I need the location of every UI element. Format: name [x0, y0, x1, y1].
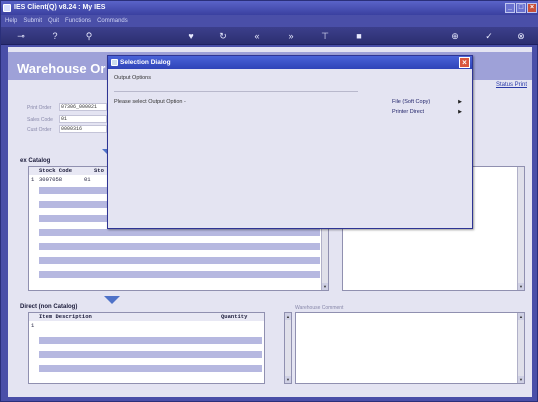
menu-submit[interactable]: Submit — [23, 15, 42, 27]
scroll-up-arrow[interactable]: ▲ — [285, 313, 291, 320]
option-label: Printer Direct — [392, 109, 425, 115]
help-icon[interactable]: ? — [49, 30, 61, 42]
dialog-title: Selection Dialog — [120, 59, 171, 66]
warehouse-comment-field[interactable]: ▲ ▼ — [295, 312, 525, 384]
table-row[interactable] — [39, 365, 262, 372]
title-bar: IES Client(Q) v8.24 : My IES _ □ × — [1, 1, 538, 15]
row-number: 1 — [31, 176, 35, 183]
non-catalog-heading: Direct (non Catalog) — [20, 304, 78, 310]
menu-functions[interactable]: Functions — [65, 15, 91, 27]
add-icon[interactable]: ⊕ — [449, 30, 461, 42]
table-row[interactable] — [39, 243, 320, 250]
row-number: 1 — [31, 322, 35, 329]
table-row[interactable] — [39, 257, 320, 264]
app-icon — [3, 4, 11, 12]
chevron-right-icon: ▶ — [458, 109, 462, 115]
cancel-icon[interactable]: ⊗ — [515, 30, 527, 42]
search-icon[interactable]: ⚲ — [83, 30, 95, 42]
stop-icon[interactable]: ■ — [353, 30, 365, 42]
table-row[interactable]: 3007058 01 — [39, 176, 91, 183]
print-order-field[interactable]: 07306_000021 — [59, 103, 107, 111]
col-item-description[interactable]: Item Description — [39, 313, 92, 321]
scroll-down-arrow[interactable]: ▼ — [285, 376, 291, 383]
key-icon[interactable]: ⊸ — [13, 30, 29, 42]
maximize-button[interactable]: □ — [516, 3, 526, 13]
window-title: IES Client(Q) v8.24 : My IES — [14, 4, 106, 11]
store-cell[interactable]: 01 — [84, 176, 91, 183]
non-catalog-scrollbar[interactable]: ▲ ▼ — [284, 312, 292, 384]
toolbar: ⊸ ? ⚲ ♥ ↻ « » ⊤ ■ ⊕ ✓ ⊗ — [1, 27, 538, 45]
menu-commands[interactable]: Commands — [97, 15, 128, 27]
divider — [114, 91, 358, 92]
dialog-title-bar: Selection Dialog × — [108, 56, 472, 69]
table-row[interactable] — [39, 351, 262, 358]
rewind-icon[interactable]: « — [251, 30, 263, 42]
col-stock-code[interactable]: Stock Code — [39, 167, 72, 175]
stock-code-cell[interactable]: 3007058 — [39, 176, 62, 183]
col-store[interactable]: Sto — [94, 167, 104, 175]
comment-scrollbar[interactable]: ▲ ▼ — [517, 313, 524, 383]
col-quantity[interactable]: Quantity — [221, 313, 247, 321]
expand-arrow-icon[interactable] — [104, 296, 120, 304]
refresh-icon[interactable]: ↻ — [217, 30, 229, 42]
sales-code-label: Sales Code — [27, 117, 53, 123]
status-print-link[interactable]: Status Print — [496, 82, 527, 88]
close-window-button[interactable]: × — [527, 3, 537, 13]
table-row[interactable] — [39, 271, 320, 278]
output-options-label: Output Options — [114, 75, 151, 81]
table-row[interactable] — [39, 337, 262, 344]
side-panel-scrollbar[interactable]: ▼ — [517, 167, 524, 290]
minimize-button[interactable]: _ — [505, 3, 515, 13]
scroll-down-arrow[interactable]: ▼ — [518, 376, 524, 383]
scroll-up-arrow[interactable]: ▲ — [518, 313, 524, 320]
table-row[interactable] — [39, 229, 320, 236]
cust-order-label: Cust Order — [27, 127, 52, 133]
catalog-heading: ex Catalog — [20, 158, 51, 164]
dialog-close-button[interactable]: × — [459, 57, 470, 68]
dialog-icon — [111, 59, 118, 66]
chevron-right-icon: ▶ — [458, 99, 462, 105]
scroll-down-arrow[interactable]: ▼ — [518, 283, 524, 290]
selection-dialog: Selection Dialog × Output Options Please… — [107, 55, 473, 229]
option-printer-direct[interactable]: Printer Direct ▶ — [392, 109, 462, 115]
confirm-icon[interactable]: ✓ — [483, 30, 495, 42]
scroll-down-arrow[interactable]: ▼ — [322, 283, 328, 290]
menu-bar: Help Submit Quit Functions Commands — [1, 15, 538, 27]
print-order-label: Print Order — [27, 105, 52, 111]
non-catalog-grid-header: Item Description Quantity — [29, 313, 264, 321]
option-label: File (Soft Copy) — [392, 99, 431, 105]
bookmark-icon[interactable]: ⊤ — [319, 30, 331, 42]
sales-code-field[interactable]: 01 — [59, 115, 107, 123]
favorite-icon[interactable]: ♥ — [185, 30, 197, 42]
menu-quit[interactable]: Quit — [48, 15, 59, 27]
warehouse-comment-label: Warehouse Comment — [295, 305, 344, 311]
non-catalog-grid: Item Description Quantity 1 — [28, 312, 265, 384]
dialog-body: Output Options Please select Output Opti… — [108, 69, 472, 228]
page-title: Warehouse Or — [17, 61, 106, 76]
dialog-prompt: Please select Output Option - — [114, 99, 186, 105]
forward-icon[interactable]: » — [285, 30, 297, 42]
menu-help[interactable]: Help — [5, 15, 17, 27]
option-file-soft-copy[interactable]: File (Soft Copy) ▶ — [392, 99, 462, 105]
cust-order-field[interactable]: 0000316 — [59, 125, 107, 133]
app-window: IES Client(Q) v8.24 : My IES _ □ × Help … — [0, 0, 538, 402]
